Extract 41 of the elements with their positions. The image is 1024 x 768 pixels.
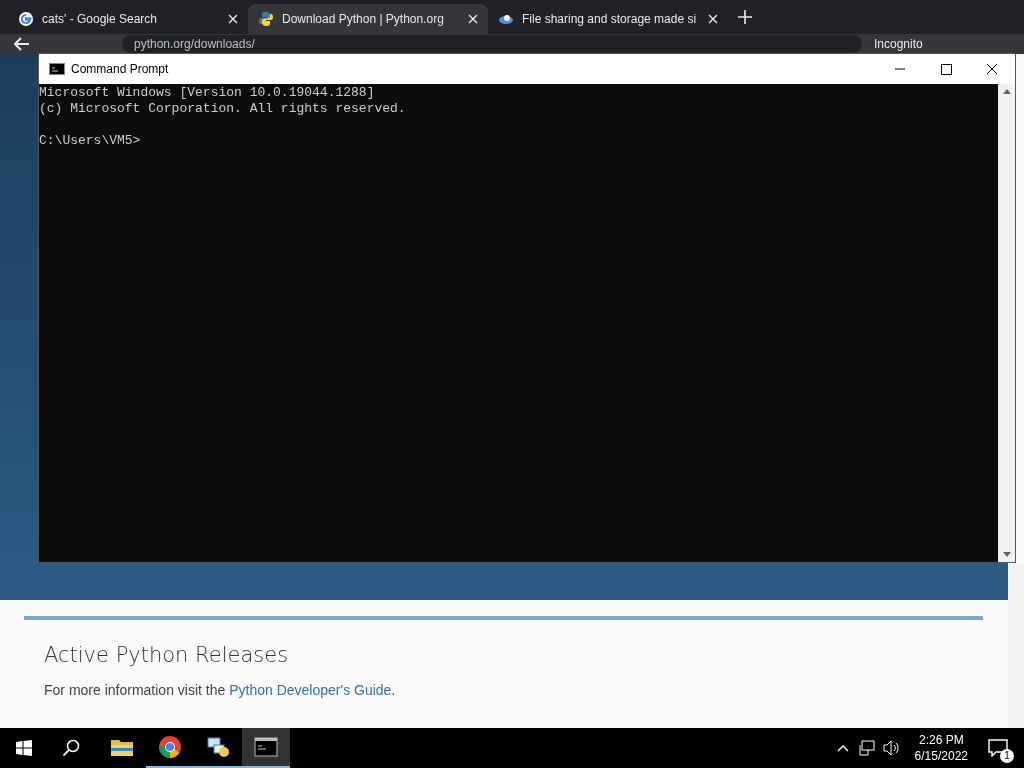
section-heading: Active Python Releases bbox=[44, 642, 290, 669]
chevron-up-icon[interactable] bbox=[836, 744, 849, 752]
scroll-down-icon[interactable] bbox=[1002, 552, 1011, 558]
clock[interactable]: 2:26 PM 6/15/2022 bbox=[910, 732, 972, 764]
taskbar-app[interactable] bbox=[242, 728, 290, 768]
speaker-icon[interactable] bbox=[882, 740, 901, 756]
tab-title: File sharing and storage made si bbox=[522, 11, 698, 28]
date-text: 6/15/2022 bbox=[914, 748, 968, 764]
browser-tab[interactable]: Download Python | Python.org bbox=[248, 4, 488, 34]
tab-title: Download Python | Python.org bbox=[282, 11, 445, 28]
new-tab-icon[interactable] bbox=[738, 10, 752, 24]
computers-icon bbox=[206, 735, 230, 759]
info-text: For more information visit the Python Developer's Guide. bbox=[44, 680, 397, 700]
folder-icon bbox=[110, 737, 134, 757]
scroll-up-icon[interactable] bbox=[1002, 88, 1011, 94]
developer-guide-link[interactable]: Python Developer's Guide bbox=[229, 681, 392, 698]
page-scrollbar[interactable] bbox=[1008, 564, 1024, 728]
console-icon bbox=[49, 63, 65, 75]
python-logo-icon bbox=[258, 11, 274, 27]
back-icon[interactable] bbox=[14, 37, 30, 51]
url-text: python.org/downloads/ bbox=[134, 37, 255, 51]
tab-title: cats' - Google Search bbox=[42, 11, 158, 28]
close-icon[interactable] bbox=[468, 14, 478, 24]
google-icon bbox=[18, 11, 34, 27]
console-icon bbox=[254, 737, 278, 757]
network-icon[interactable] bbox=[858, 740, 875, 756]
time-text: 2:26 PM bbox=[918, 732, 964, 748]
notification-badge: 1 bbox=[1000, 749, 1014, 763]
incognito-label: Incognito bbox=[874, 37, 923, 51]
search-icon[interactable] bbox=[62, 739, 80, 757]
windows-start-icon[interactable] bbox=[16, 740, 32, 756]
console-line: (c) Microsoft Corporation. All rights reserved. bbox=[39, 101, 406, 117]
command-prompt-text: C:\Users\VM5> bbox=[39, 133, 141, 149]
window-title: Command Prompt bbox=[71, 61, 170, 78]
notification-icon[interactable] bbox=[988, 739, 1008, 757]
close-icon[interactable] bbox=[708, 14, 718, 24]
close-icon[interactable] bbox=[228, 14, 238, 24]
address-bar[interactable]: python.org/downloads/ bbox=[122, 35, 862, 53]
chrome-icon bbox=[158, 735, 182, 759]
console-scrollbar[interactable] bbox=[998, 84, 1015, 562]
console-line: Microsoft Windows [Version 10.0.19044.1288] bbox=[39, 85, 375, 101]
